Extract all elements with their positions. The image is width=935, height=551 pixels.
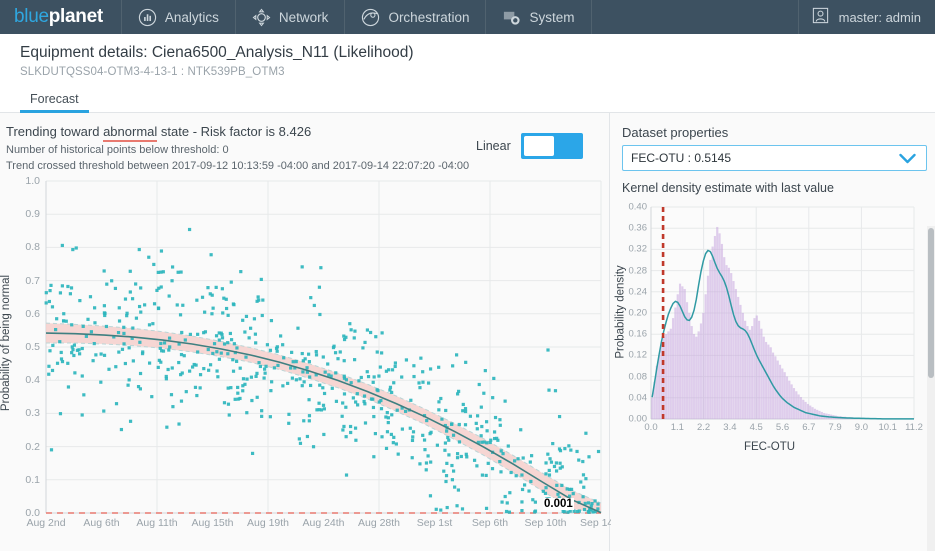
kde-x-axis-label: FEC-OTU (743, 441, 796, 453)
forecast-pane: Trending toward abnormal state - Risk fa… (0, 113, 622, 551)
brand-logo-blue: blue (14, 6, 49, 27)
application-root: blue planet Analytics Network Orchestrati… (0, 0, 935, 551)
top-navigation-bar: blue planet Analytics Network Orchestrati… (0, 0, 935, 34)
brand-logo[interactable]: blue planet (0, 0, 122, 34)
trend-endpoint-annotation: 0.001 (543, 498, 574, 511)
nav-item-system-label: System (529, 9, 575, 25)
user-menu[interactable]: master: admin (797, 0, 935, 34)
analytics-icon (138, 8, 157, 27)
network-icon (252, 8, 271, 27)
forecast-scatter-chart: Probability of being normal 1.0 0.9 0.8 0.7… (0, 173, 622, 551)
trend-summary: Trending toward abnormal state - Risk fa… (6, 124, 312, 142)
nav-item-orchestration-label: Orchestration (388, 9, 470, 25)
user-menu-label: master: admin (838, 9, 921, 25)
nav-item-system[interactable]: System (486, 0, 592, 34)
trend-summary-state: abnormal (103, 124, 158, 142)
linear-toggle-knob (523, 136, 554, 156)
trend-summary-suffix: state - Risk factor is 8.426 (157, 124, 312, 139)
nav-item-network-label: Network (278, 9, 329, 25)
vertical-scrollbar[interactable] (927, 226, 935, 551)
system-icon (502, 8, 521, 27)
dataset-select-value: FEC-OTU : 0.5145 (631, 151, 732, 165)
threshold-cross-text: Trend crossed threshold between 2017-09-… (6, 160, 470, 172)
user-avatar-icon (811, 6, 830, 28)
body-area: Trending toward abnormal state - Risk fa… (0, 113, 935, 551)
nav-item-analytics[interactable]: Analytics (122, 0, 236, 34)
scatter-plot-svg (44, 180, 602, 514)
chevron-down-icon (899, 153, 926, 164)
page-subtitle: SLKDUTQSS04-OTM3-4-13-1 : NTK539PB_OTM3 (20, 66, 285, 78)
tab-forecast[interactable]: Forecast (20, 87, 89, 113)
nav-item-network[interactable]: Network (236, 0, 346, 34)
historical-points-text: Number of historical points below thresh… (6, 144, 229, 156)
orchestration-icon (361, 8, 380, 27)
dataset-properties-title: Dataset properties (622, 125, 729, 140)
tab-bar: Forecast (0, 87, 935, 113)
dataset-properties-pane: Dataset properties FEC-OTU : 0.5145 Kern… (611, 113, 928, 551)
kde-chart-title: Kernel density estimate with last value (622, 181, 834, 195)
kde-plot-svg (650, 206, 915, 420)
nav-item-orchestration[interactable]: Orchestration (345, 0, 487, 34)
dataset-select[interactable]: FEC-OTU : 0.5145 (622, 145, 927, 171)
kde-chart: Probability density 0.40 0.36 0.32 0.28 0.24… (611, 197, 928, 467)
nav-item-analytics-label: Analytics (164, 9, 219, 25)
page-header: Equipment details: Ciena6500_Analysis_N1… (0, 34, 935, 87)
linear-toggle-group: Linear (476, 133, 583, 159)
brand-logo-planet: planet (48, 6, 103, 27)
linear-toggle[interactable] (520, 133, 583, 159)
vertical-scrollbar-thumb[interactable] (928, 228, 934, 378)
page-title: Equipment details: Ciena6500_Analysis_N1… (20, 44, 414, 61)
linear-toggle-label: Linear (476, 139, 511, 153)
trend-summary-prefix: Trending toward (6, 124, 104, 139)
tab-forecast-label: Forecast (30, 91, 79, 106)
